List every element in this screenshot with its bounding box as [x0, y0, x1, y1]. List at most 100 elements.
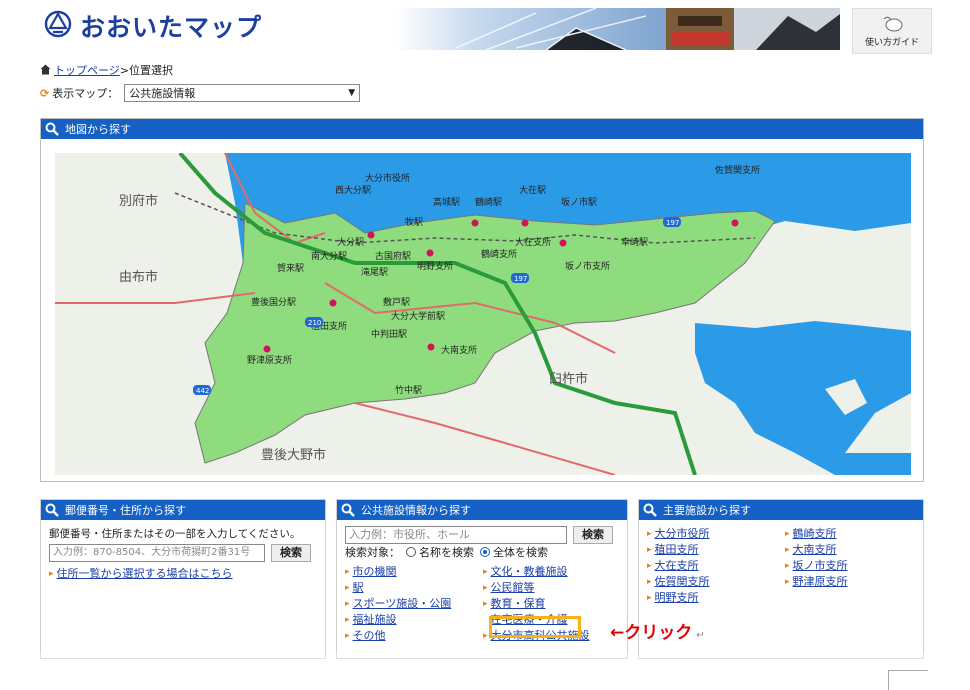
map-label-city-hall[interactable]: 大分市役所 [365, 172, 410, 184]
refresh-icon: ⟳ [40, 86, 50, 100]
map-label-oita-university[interactable]: 大分大学前駅 [391, 310, 445, 322]
search-icon [643, 503, 657, 517]
arrow-right-icon: ▸ [345, 567, 350, 577]
radio-name-search[interactable] [406, 547, 416, 557]
facility-link-stations[interactable]: 駅 [353, 580, 364, 596]
main-link-onan[interactable]: 大南支所 [793, 542, 837, 558]
map-selector-label: 表示マップ： [52, 87, 119, 100]
arrow-right-icon: ▸ [647, 545, 652, 555]
site-logo[interactable]: おおいたマップ [80, 8, 262, 44]
header: おおいたマップ 使い方ガイド [0, 0, 970, 56]
facility-panel-header: 公共施設情報から探す [337, 500, 627, 520]
main-link-wasada[interactable]: 稙田支所 [655, 542, 699, 558]
city-label-beppu: 別府市 [119, 193, 158, 209]
map-label-nishi-oita[interactable]: 西大分駅 [335, 184, 371, 196]
facility-link-community-halls[interactable]: 公民館等 [491, 580, 535, 596]
map-label-nakahanda[interactable]: 中判田駅 [371, 328, 407, 340]
map-panel-header: 地図から探す [41, 119, 923, 139]
map-label-ozai-branch[interactable]: 大在支所 [515, 236, 551, 248]
radio-all-search[interactable] [480, 547, 490, 557]
map-label-ozai-station[interactable]: 大在駅 [519, 184, 546, 196]
main-link-ozai[interactable]: 大在支所 [655, 558, 699, 574]
bottom-fade-overlay [0, 652, 970, 689]
arrow-right-icon: ▸ [647, 593, 652, 603]
facility-link-sports-parks[interactable]: スポーツ施設・公園 [353, 596, 452, 612]
map-label-akeno[interactable]: 明野支所 [417, 260, 453, 272]
map-label-takio[interactable]: 滝尾駅 [361, 267, 388, 278]
facility-search-input[interactable]: 入力例：市役所、ホール [345, 526, 567, 544]
map-label-saganoseki[interactable]: 佐賀関支所 [715, 164, 760, 176]
address-search-input[interactable]: 入力例：870-8504、大分市荷揚町2番31号 [49, 544, 265, 562]
facility-links-left: ▸ 市の機関 ▸ 駅 ▸ スポーツ施設・公園 ▸ 福祉施設 ▸ その他 [345, 564, 483, 644]
arrow-right-icon: ▸ [483, 631, 488, 641]
main-panel-header: 主要施設から探す [639, 500, 923, 520]
map-label-tsurusaki-station[interactable]: 鶴崎駅 [475, 196, 502, 208]
chevron-down-icon: ▼ [348, 88, 356, 98]
svg-text:豊後大野市: 豊後大野市 [261, 447, 326, 463]
address-list-link[interactable]: 住所一覧から選択する場合はこちら [57, 566, 233, 582]
facility-link-other[interactable]: その他 [353, 628, 386, 644]
arrow-right-icon: ▸ [345, 583, 350, 593]
breadcrumb-separator: > [119, 64, 129, 77]
map-label-sakanoichi-station[interactable]: 坂ノ市駅 [561, 196, 597, 208]
svg-text:別府市: 別府市 [119, 193, 158, 209]
main-link-city-hall[interactable]: 大分市役所 [655, 526, 710, 542]
map-select-dropdown[interactable]: 公共施設情報 ▼ [124, 84, 361, 102]
city-label-usuki: 臼杵市 [549, 371, 588, 387]
map-label-maki[interactable]: 牧駅 [405, 216, 423, 228]
map-label-onan[interactable]: 大南支所 [441, 344, 477, 356]
usage-guide-label: 使い方ガイド [864, 38, 919, 48]
map-label-kogo[interactable]: 古国府駅 [375, 250, 411, 262]
main-link-saganoseki[interactable]: 佐賀関支所 [655, 574, 710, 590]
main-link-tsurusaki[interactable]: 鶴崎支所 [793, 526, 837, 542]
mouse-icon [883, 16, 903, 32]
main-link-notsuharu[interactable]: 野津原支所 [793, 574, 848, 590]
map-label-oita-station[interactable]: 大分駅 [337, 236, 364, 248]
arrow-right-icon: ▸ [785, 561, 790, 571]
map-label-takajo[interactable]: 高城駅 [433, 196, 460, 208]
search-icon [341, 503, 355, 517]
arrow-right-icon: ▸ [345, 599, 350, 609]
arrow-right-icon: ▸ [785, 545, 790, 555]
map-label-shikido[interactable]: 敷戸駅 [383, 296, 410, 308]
clickable-area-map[interactable]: 別府市 由布市 臼杵市 豊後大野市 大分市役所 西大分駅 大分駅 南大分駅 古国… [55, 153, 911, 475]
search-target-label: 検索対象： [345, 546, 400, 559]
main-links-left: ▸ 大分市役所 ▸ 稙田支所 ▸ 大在支所 ▸ 佐賀関支所 ▸ 明野支所 [647, 526, 785, 606]
map-search-panel: 地図から探す 別府市 由布市 臼杵市 豊後大野市 大分市役所 西大分駅 大分駅 … [40, 118, 924, 482]
map-label-sakanoichi-branch[interactable]: 坂ノ市支所 [565, 260, 610, 272]
address-search-button[interactable]: 検索 [271, 544, 311, 562]
facility-search-panel: 公共施設情報から探す 入力例：市役所、ホール 検索 検索対象： 名称を検索 全体を検… [336, 499, 628, 659]
radio-name-label: 名称を検索 [419, 546, 474, 559]
breadcrumb-home-link[interactable]: トップページ [54, 64, 120, 77]
map-label-tsurusaki-branch[interactable]: 鶴崎支所 [481, 248, 517, 260]
facility-link-education[interactable]: 教育・保育 [491, 596, 546, 612]
map-label-takenaka[interactable]: 竹中駅 [395, 384, 422, 396]
route-197-central: 197 [514, 275, 527, 283]
map-label-bungo-kokubu[interactable]: 豊後国分駅 [251, 296, 296, 308]
map-label-kaku[interactable]: 賀来駅 [277, 262, 304, 274]
main-link-akeno[interactable]: 明野支所 [655, 590, 699, 606]
facility-link-culture[interactable]: 文化・教養施設 [491, 564, 568, 580]
map-select-value: 公共施設情報 [129, 87, 196, 100]
facility-link-city-agencies[interactable]: 市の機関 [353, 564, 397, 580]
map-label-notsuharu[interactable]: 野津原支所 [247, 354, 292, 366]
return-mark: ↵ [696, 630, 705, 641]
corner-box [888, 670, 928, 690]
city-label-yufu: 由布市 [119, 269, 158, 285]
route-442: 442 [196, 387, 209, 395]
search-icon [45, 122, 59, 136]
route-210: 210 [308, 319, 321, 327]
facility-link-welfare[interactable]: 福祉施設 [353, 612, 397, 628]
arrow-right-icon: ▸ [647, 561, 652, 571]
map-label-kozaki[interactable]: 幸崎駅 [621, 236, 648, 248]
facility-panel-title: 公共施設情報から探す [361, 504, 471, 517]
usage-guide-button[interactable]: 使い方ガイド [852, 8, 932, 54]
search-icon [45, 503, 59, 517]
main-panel-title: 主要施設から探す [663, 504, 751, 517]
arrow-right-icon: ▸ [647, 529, 652, 539]
main-link-sakanoichi[interactable]: 坂ノ市支所 [793, 558, 848, 574]
map-label-minami-oita[interactable]: 南大分駅 [311, 250, 347, 262]
breadcrumb-current: 位置選択 [129, 64, 173, 77]
facility-search-button[interactable]: 検索 [573, 526, 613, 544]
radio-all-label: 全体を検索 [493, 546, 548, 559]
